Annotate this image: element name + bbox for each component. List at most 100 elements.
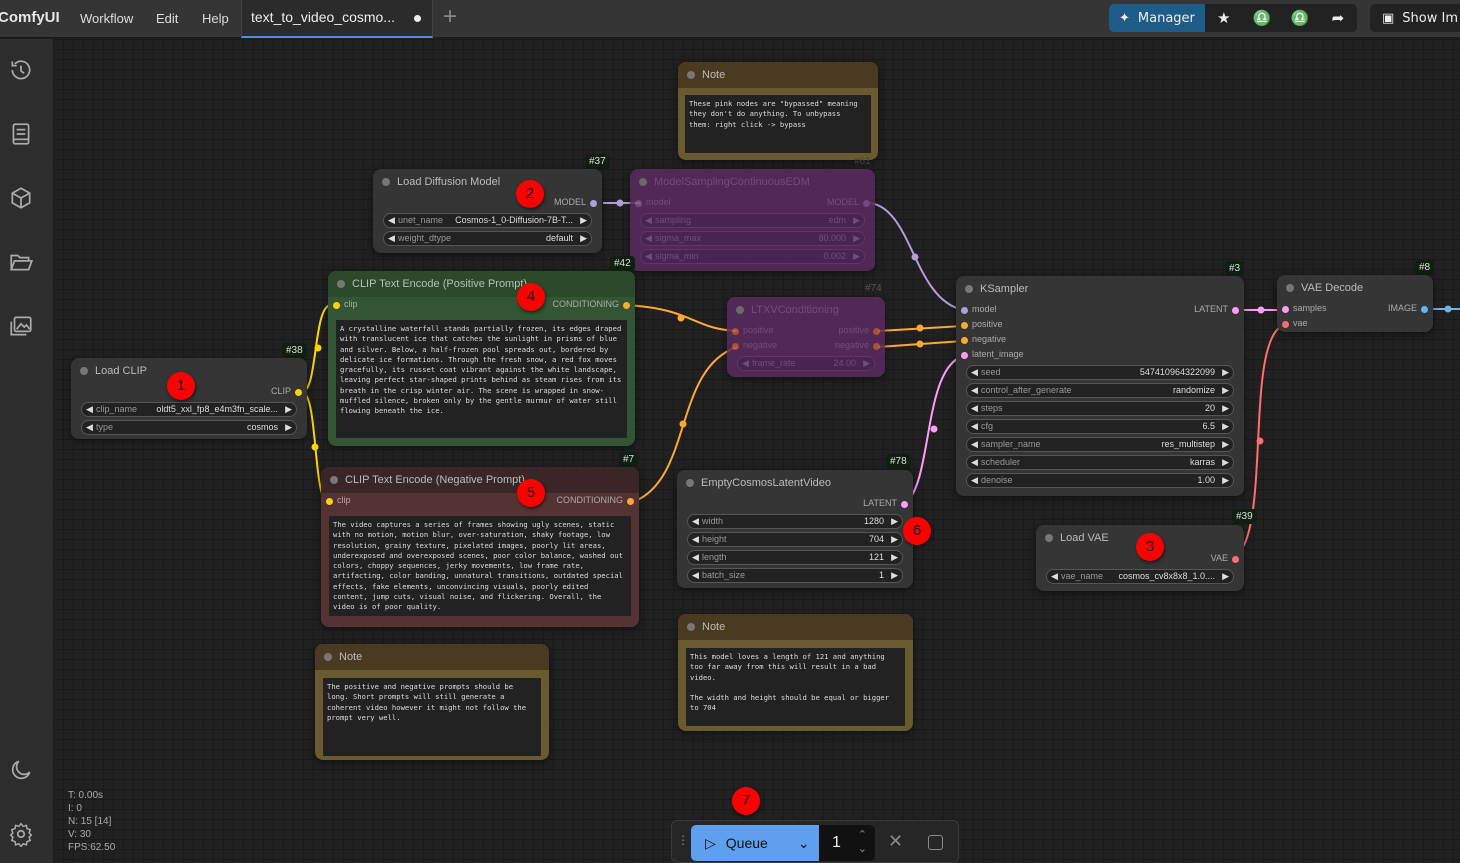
new-tab-button[interactable]: + (443, 5, 457, 29)
workflow-tab[interactable]: text_to_video_cosmo... (241, 0, 433, 38)
menu-workflow[interactable]: Workflow (80, 11, 133, 26)
node-model-sampling-edm[interactable]: ModelSamplingContinuousEDM model MODEL ◀ s… (630, 169, 875, 271)
widget-frame-rate[interactable]: ◀ frame_rate 24.00 ▶ (737, 356, 875, 371)
stop-icon[interactable] (928, 835, 943, 850)
node-clip-text-encode-positive[interactable]: CLIP Text Encode (Positive Prompt) clip C… (328, 271, 635, 446)
node-title: Load Diffusion Model (373, 169, 602, 195)
wire-reroute (311, 443, 319, 451)
book-icon[interactable] (8, 121, 34, 147)
gear-icon[interactable] (8, 821, 34, 847)
widget-sigma-max[interactable]: ◀ sigma_max 80.000 ▶ (640, 231, 865, 246)
widget-sigma-min[interactable]: ◀ sigma_min 0.002 ▶ (640, 249, 865, 264)
folder-open-icon[interactable] (8, 249, 34, 275)
widget-length[interactable]: ◀ length 121 ▶ (687, 550, 903, 565)
node-title: Note (678, 62, 878, 88)
star-icon[interactable]: ★ (1205, 4, 1243, 32)
widget-unet-name[interactable]: ◀ unet_name Cosmos-1_0-Diffusion-7B-T... ▶ (383, 213, 592, 228)
graph-canvas[interactable]: Note These pink nodes are "bypassed" mea… (53, 39, 1460, 863)
widget-cfg[interactable]: ◀ cfg 6.5 ▶ (966, 419, 1234, 434)
unsaved-dot-icon[interactable] (414, 15, 421, 22)
menu-edit[interactable]: Edit (156, 11, 178, 26)
wire-reroute (1257, 306, 1265, 314)
widget-type[interactable]: ◀ type cosmos ▶ (81, 420, 297, 435)
menu-help[interactable]: Help (202, 11, 229, 26)
input-slot[interactable] (961, 322, 968, 329)
images-icon[interactable] (8, 313, 34, 339)
output-slot[interactable] (627, 498, 634, 505)
widget-vae-name[interactable]: ◀ vae_name cosmos_cv8x8x8_1.0.... ▶ (1046, 569, 1234, 584)
output-slot[interactable] (590, 200, 597, 207)
widget-width[interactable]: ◀ width 1280 ▶ (687, 514, 903, 529)
annotation-badge: 3 (1136, 533, 1164, 561)
output-label: MODEL (826, 197, 859, 207)
note-text[interactable]: The positive and negative prompts should… (323, 678, 541, 756)
drag-handle-icon[interactable]: ⋮ (677, 833, 689, 847)
node-ltxv-conditioning[interactable]: LTXVConditioning positive positive negati… (727, 297, 885, 377)
moon-icon[interactable] (8, 757, 34, 783)
batch-count-input[interactable]: 1 ⌃ ⌄ (819, 825, 875, 861)
widget-denoise[interactable]: ◀ denoise 1.00 ▶ (966, 473, 1234, 488)
widget-steps[interactable]: ◀ steps 20 ▶ (966, 401, 1234, 416)
share-icon[interactable]: ➦ (1319, 4, 1357, 32)
workflow-tab-label: text_to_video_cosmo... (251, 9, 395, 25)
queue-bar: ⋮ ▷ Queue ⌄ 1 ⌃ ⌄ ✕ (671, 820, 959, 863)
widget-control-after-generate[interactable]: ◀ control_after_generate randomize ▶ (966, 383, 1234, 398)
widget-weight-dtype[interactable]: ◀ weight_dtype default ▶ (383, 231, 592, 246)
node-load-clip[interactable]: Load CLIP CLIP ◀ clip_name oldt5_xxl_fp8_e… (71, 358, 307, 439)
node-note-length[interactable]: Note This model loves a length of 121 an… (678, 614, 913, 731)
prompt-textarea[interactable]: The video captures a series of frames sh… (329, 516, 631, 616)
node-id-badge: #42 (610, 256, 635, 271)
free-memory-icon[interactable]: ♎ (1281, 4, 1319, 32)
wire-reroute (930, 425, 938, 433)
manager-button[interactable]: ✦ Manager (1109, 4, 1205, 32)
stat-fps: FPS:62.50 (68, 842, 116, 853)
unload-models-icon[interactable]: ♎ (1243, 4, 1281, 32)
output-slot[interactable] (1232, 556, 1239, 563)
close-icon[interactable]: ✕ (888, 831, 903, 852)
node-ksampler[interactable]: KSampler model LATENT positive negative l… (956, 276, 1244, 496)
queue-button[interactable]: ▷ Queue ⌄ (691, 825, 819, 861)
input-slot[interactable] (961, 352, 968, 359)
node-title: LTXVConditioning (727, 297, 885, 323)
input-label: model (646, 197, 671, 207)
output-slot[interactable] (1232, 307, 1239, 314)
input-slot[interactable] (1282, 321, 1289, 328)
note-text[interactable]: This model loves a length of 121 and any… (686, 648, 905, 726)
stat-v: V: 30 (68, 829, 91, 840)
annotation-badge: 1 (167, 372, 195, 400)
prompt-textarea[interactable]: A crystalline waterfall stands partially… (336, 320, 627, 438)
input-slot[interactable] (961, 337, 968, 344)
input-slot[interactable] (961, 307, 968, 314)
node-id-badge: #7 (619, 452, 639, 467)
node-clip-text-encode-negative[interactable]: CLIP Text Encode (Negative Prompt) clip C… (321, 467, 639, 627)
output-slot[interactable] (295, 389, 302, 396)
widget-seed[interactable]: ◀ seed 547410964322099 ▶ (966, 365, 1234, 380)
node-load-diffusion-model[interactable]: Load Diffusion Model MODEL ◀ unet_name Cos… (373, 169, 602, 253)
node-title: VAE Decode (1277, 275, 1433, 301)
history-icon[interactable] (8, 57, 34, 83)
widget-height[interactable]: ◀ height 704 ▶ (687, 532, 903, 547)
node-note-prompts[interactable]: Note The positive and negative prompts s… (315, 644, 549, 760)
input-slot[interactable] (1282, 306, 1289, 313)
node-vae-decode[interactable]: VAE Decode samples IMAGE vae (1277, 275, 1433, 332)
node-load-vae[interactable]: Load VAE VAE ◀ vae_name cosmos_cv8x8x8_1.0… (1036, 525, 1244, 591)
output-slot[interactable] (1421, 306, 1428, 313)
output-slot[interactable] (901, 501, 908, 508)
node-note-bypass[interactable]: Note These pink nodes are "bypassed" mea… (678, 62, 878, 160)
widget-clip-name[interactable]: ◀ clip_name oldt5_xxl_fp8_e4m3fn_scale... ▶ (81, 402, 297, 417)
cube-icon[interactable] (8, 185, 34, 211)
input-slot[interactable] (326, 498, 333, 505)
show-image-button[interactable]: ▣ Show Im (1370, 4, 1460, 32)
widget-sampling[interactable]: ◀ sampling edm ▶ (640, 213, 865, 228)
node-empty-cosmos-latent-video[interactable]: EmptyCosmosLatentVideo LATENT ◀ width 1280… (677, 470, 913, 588)
decrement-icon[interactable]: ⌄ (858, 831, 867, 863)
wire-reroute (677, 314, 685, 322)
sidebar (0, 39, 53, 863)
widget-batch-size[interactable]: ◀ batch_size 1 ▶ (687, 568, 903, 583)
input-slot[interactable] (333, 302, 340, 309)
widget-scheduler[interactable]: ◀ scheduler karras ▶ (966, 455, 1234, 470)
chevron-down-icon[interactable]: ⌄ (798, 835, 810, 852)
output-slot[interactable] (623, 302, 630, 309)
note-text[interactable]: These pink nodes are "bypassed" meaning … (685, 95, 871, 153)
widget-sampler-name[interactable]: ◀ sampler_name res_multistep ▶ (966, 437, 1234, 452)
